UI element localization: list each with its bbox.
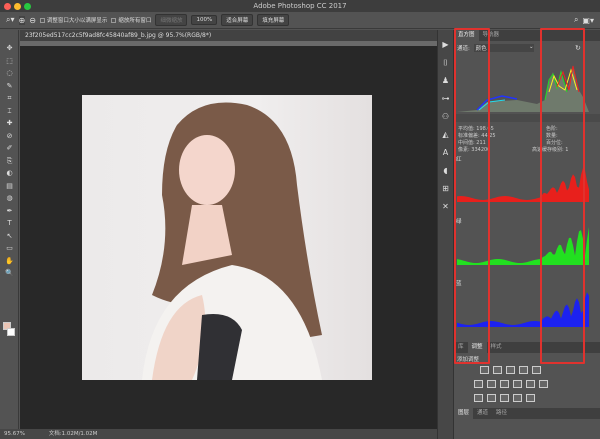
options-bar: ⌕▾ ⊕ ⊖ 调整窗口大小以满屏显示 缩放所有窗口 细微缩放 100% 适合屏幕… (0, 12, 600, 29)
layers-tabs: 图层 通道 路径 (454, 408, 600, 419)
zoom-out-icon[interactable]: ⊖ (29, 16, 36, 25)
posterize-icon[interactable] (487, 394, 496, 402)
tool-0-icon[interactable]: ✥ (0, 42, 19, 55)
tool-6-icon[interactable]: ✚ (0, 117, 19, 130)
clone-icon[interactable]: ⚇ (438, 108, 453, 126)
tool-4-icon[interactable]: ⌗ (0, 92, 19, 105)
doc-size: 文档:1.02M/1.02M (48, 431, 98, 437)
tool-16-icon[interactable]: ▭ (0, 242, 19, 255)
lookup-icon[interactable] (539, 380, 548, 388)
gradient-map-icon[interactable] (513, 394, 522, 402)
search-icon[interactable]: ⌕ (574, 15, 578, 25)
status-bar: 95.67% 文档:1.02M/1.02M (0, 429, 437, 439)
zoom-all-checkbox[interactable]: 缩放所有窗口 (111, 16, 151, 24)
zoom-tool-icon[interactable]: ⌕▾ (6, 15, 15, 25)
fit-screen-button[interactable]: 适合屏幕 (221, 14, 254, 26)
curves-icon[interactable] (506, 366, 515, 374)
scrubby-zoom-button[interactable]: 细微缩放 (155, 14, 188, 26)
window-title: Adobe Photoshop CC 2017 (253, 2, 347, 10)
tool-18-icon[interactable]: 🔍 (0, 267, 19, 280)
channel-mixer-icon[interactable] (526, 380, 535, 388)
zoom-level[interactable]: 95.67% (4, 431, 25, 437)
brightness-icon[interactable] (480, 366, 489, 374)
character-icon[interactable]: A (438, 144, 453, 162)
tool-9-icon[interactable]: ⎘ (0, 155, 19, 168)
tool-7-icon[interactable]: ⊘ (0, 130, 19, 143)
info-icon[interactable]: ⌷ (438, 54, 453, 72)
sliders-icon[interactable]: ⊶ (438, 90, 453, 108)
exposure-icon[interactable] (519, 366, 528, 374)
adjustment-row-2 (474, 380, 548, 388)
workspace-icon[interactable]: ▣▾ (582, 16, 594, 25)
tool-13-icon[interactable]: ✒ (0, 205, 19, 218)
tool-14-icon[interactable]: T (0, 217, 19, 230)
document-tab[interactable]: 23f205ed517cc2c5f9ad8fc45840af89_b.jpg @… (20, 30, 437, 41)
minimize-button[interactable] (14, 2, 21, 10)
tab-channels[interactable]: 通道 (473, 408, 492, 419)
close-button[interactable] (4, 2, 11, 10)
levels-icon[interactable] (493, 366, 502, 374)
hue-icon[interactable] (474, 380, 483, 388)
title-bar: Adobe Photoshop CC 2017 (0, 0, 600, 12)
highlight-box-left (454, 28, 490, 364)
zoom-in-icon[interactable]: ⊕ (18, 15, 26, 25)
adjustment-row-1 (480, 366, 541, 374)
properties-icon[interactable]: ⊞ (438, 180, 453, 198)
selective-color-icon[interactable] (526, 394, 535, 402)
photo-image (82, 95, 372, 380)
bw-icon[interactable] (500, 380, 509, 388)
paragraph-icon[interactable]: ◖ (438, 162, 453, 180)
tool-8-icon[interactable]: ✐ (0, 142, 19, 155)
tool-3-icon[interactable]: ✎ (0, 80, 19, 93)
tool-17-icon[interactable]: ✋ (0, 255, 19, 268)
highlight-box-right (540, 28, 585, 364)
tool-1-icon[interactable]: ⬚ (0, 55, 19, 68)
shapes-icon[interactable]: ◭ (438, 126, 453, 144)
tool-10-icon[interactable]: ◐ (0, 167, 19, 180)
play-icon[interactable]: ▶ (438, 36, 453, 54)
tool-15-icon[interactable]: ↖ (0, 230, 19, 243)
tool-5-icon[interactable]: ⌶ (0, 105, 19, 118)
invert-icon[interactable] (474, 394, 483, 402)
tab-layers[interactable]: 图层 (454, 408, 474, 419)
fill-screen-button[interactable]: 填充屏幕 (257, 14, 290, 26)
tab-paths[interactable]: 路径 (492, 408, 511, 419)
tool-12-icon[interactable]: ◍ (0, 192, 19, 205)
tools-icon[interactable]: ✕ (438, 198, 453, 216)
toolbar: ✥ ⬚ ◌ ✎ ⌗ ⌶ ✚ ⊘ ✐ ⎘ ◐ ▤ ◍ ✒ T ↖ ▭ ✋ 🔍 (0, 30, 19, 429)
tool-11-icon[interactable]: ▤ (0, 180, 19, 193)
panel-icon-strip: ▶ ⌷ ♟ ⊶ ⚇ ◭ A ◖ ⊞ ✕ (437, 30, 453, 439)
background-color-swatch[interactable] (7, 328, 15, 336)
zoom-100-button[interactable]: 100% (191, 15, 218, 25)
maximize-button[interactable] (24, 2, 31, 10)
brush-icon[interactable]: ♟ (438, 72, 453, 90)
tool-2-icon[interactable]: ◌ (0, 67, 19, 80)
vibrance-icon[interactable] (532, 366, 541, 374)
adjustment-row-3 (474, 394, 535, 402)
photo-filter-icon[interactable] (513, 380, 522, 388)
resize-windows-checkbox[interactable]: 调整窗口大小以满屏显示 (39, 16, 107, 24)
balance-icon[interactable] (487, 380, 496, 388)
threshold-icon[interactable] (500, 394, 509, 402)
